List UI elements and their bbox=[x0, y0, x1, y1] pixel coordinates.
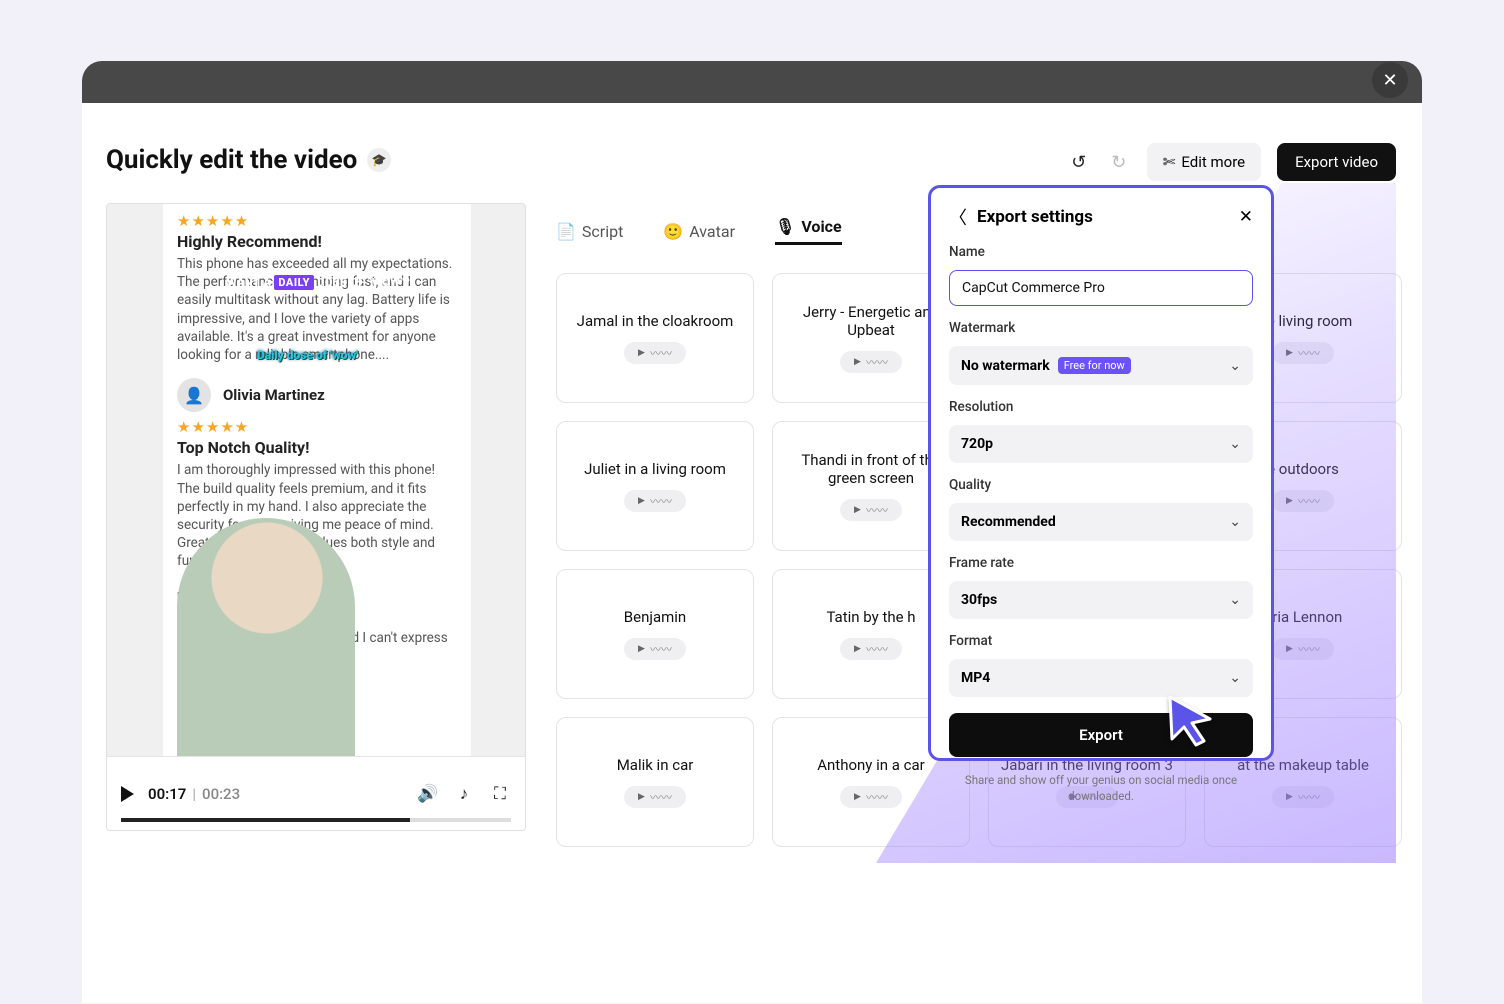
export-settings-panel: 〈 Export settings ✕ Name Watermark No wa… bbox=[928, 185, 1274, 761]
waveform-icon[interactable]: 〰〰 bbox=[1272, 638, 1334, 660]
free-badge: Free for now bbox=[1058, 357, 1131, 374]
waveform-icon[interactable]: 〰〰 bbox=[1272, 490, 1334, 512]
tab-avatar[interactable]: 🙂Avatar bbox=[663, 222, 735, 241]
redo-icon: ↻ bbox=[1107, 150, 1131, 174]
scissors-icon: ✄ bbox=[1163, 153, 1176, 171]
star-rating: ★★★★★ bbox=[177, 212, 457, 230]
undo-icon[interactable]: ↺ bbox=[1067, 150, 1091, 174]
play-icon[interactable] bbox=[121, 786, 134, 802]
close-icon[interactable]: ✕ bbox=[1239, 207, 1253, 227]
tab-voice[interactable]: 🎙Voice bbox=[775, 217, 842, 245]
waveform-icon[interactable]: 〰〰 bbox=[840, 351, 902, 373]
script-icon: 📄 bbox=[556, 222, 576, 241]
voice-icon: 🎙 bbox=[775, 217, 795, 236]
resolution-select[interactable]: 720p⌄ bbox=[949, 425, 1253, 463]
waveform-icon[interactable]: 〰〰 bbox=[840, 638, 902, 660]
avatar-icon: 🙂 bbox=[663, 222, 683, 241]
fullscreen-icon[interactable]: ⛶ bbox=[489, 783, 511, 805]
presenter-avatar bbox=[177, 518, 355, 758]
quality-select[interactable]: Recommended⌄ bbox=[949, 503, 1253, 541]
format-label: Format bbox=[949, 633, 1253, 649]
close-dialog-button[interactable]: ✕ bbox=[1372, 62, 1408, 98]
chevron-down-icon: ⌄ bbox=[1229, 358, 1241, 374]
chevron-down-icon: ⌄ bbox=[1229, 592, 1241, 608]
voice-card[interactable]: Malik in car〰〰 bbox=[556, 717, 754, 847]
review-title: Top Notch Quality! bbox=[177, 438, 457, 457]
chevron-down-icon: ⌄ bbox=[1229, 436, 1241, 452]
voice-card[interactable]: Benjamin〰〰 bbox=[556, 569, 754, 699]
frame-rate-label: Frame rate bbox=[949, 555, 1253, 571]
graduation-icon: 🎓 bbox=[367, 148, 391, 172]
avatar-icon: 👤 bbox=[177, 378, 211, 412]
export-name-input[interactable] bbox=[949, 270, 1253, 306]
export-footer-note: Share and show off your genius on social… bbox=[949, 773, 1253, 804]
chevron-down-icon: ⌄ bbox=[1229, 670, 1241, 686]
waveform-icon[interactable]: 〰〰 bbox=[624, 786, 686, 808]
waveform-icon[interactable]: 〰〰 bbox=[840, 786, 902, 808]
name-label: Name bbox=[949, 244, 1253, 260]
resolution-label: Resolution bbox=[949, 399, 1253, 415]
caption-overlay: WANT A DAILY DOSE OF "WOW"? bbox=[227, 276, 410, 289]
video-preview: ★★★★★ Highly Recommend! This phone has e… bbox=[106, 203, 526, 831]
quality-label: Quality bbox=[949, 477, 1253, 493]
reviewer-name: Olivia Martinez bbox=[223, 386, 325, 404]
back-icon[interactable]: 〈 bbox=[949, 204, 967, 230]
voice-card[interactable]: Jamal in the cloakroom〰〰 bbox=[556, 273, 754, 403]
waveform-icon[interactable]: 〰〰 bbox=[624, 490, 686, 512]
caption-overlay: Daily dose of 'wow' bbox=[257, 348, 358, 362]
review-title: Highly Recommend! bbox=[177, 232, 457, 251]
waveform-icon[interactable]: 〰〰 bbox=[1272, 786, 1334, 808]
waveform-icon[interactable]: 〰〰 bbox=[1272, 342, 1334, 364]
page-title: Quickly edit the video bbox=[106, 145, 357, 175]
tab-script[interactable]: 📄Script bbox=[556, 222, 623, 241]
waveform-icon[interactable]: 〰〰 bbox=[624, 638, 686, 660]
volume-icon[interactable]: 🔊 bbox=[417, 783, 439, 805]
playback-time: 00:17|00:23 bbox=[148, 785, 240, 803]
edit-more-label: Edit more bbox=[1181, 153, 1245, 171]
progress-bar[interactable] bbox=[121, 818, 511, 822]
edit-more-button[interactable]: ✄ Edit more bbox=[1147, 143, 1261, 181]
export-settings-title: Export settings bbox=[977, 207, 1093, 227]
format-select[interactable]: MP4⌄ bbox=[949, 659, 1253, 697]
share-icon[interactable]: ♪ bbox=[453, 783, 475, 805]
chevron-down-icon: ⌄ bbox=[1229, 514, 1241, 530]
waveform-icon[interactable]: 〰〰 bbox=[840, 499, 902, 521]
watermark-select[interactable]: No watermark Free for now ⌄ bbox=[949, 346, 1253, 385]
frame-rate-select[interactable]: 30fps⌄ bbox=[949, 581, 1253, 619]
waveform-icon[interactable]: 〰〰 bbox=[624, 342, 686, 364]
voice-card[interactable]: Juliet in a living room〰〰 bbox=[556, 421, 754, 551]
cursor-pointer-icon bbox=[1166, 695, 1216, 747]
watermark-label: Watermark bbox=[949, 320, 1253, 336]
star-rating: ★★★★★ bbox=[177, 418, 457, 436]
export-video-button[interactable]: Export video bbox=[1277, 143, 1396, 181]
